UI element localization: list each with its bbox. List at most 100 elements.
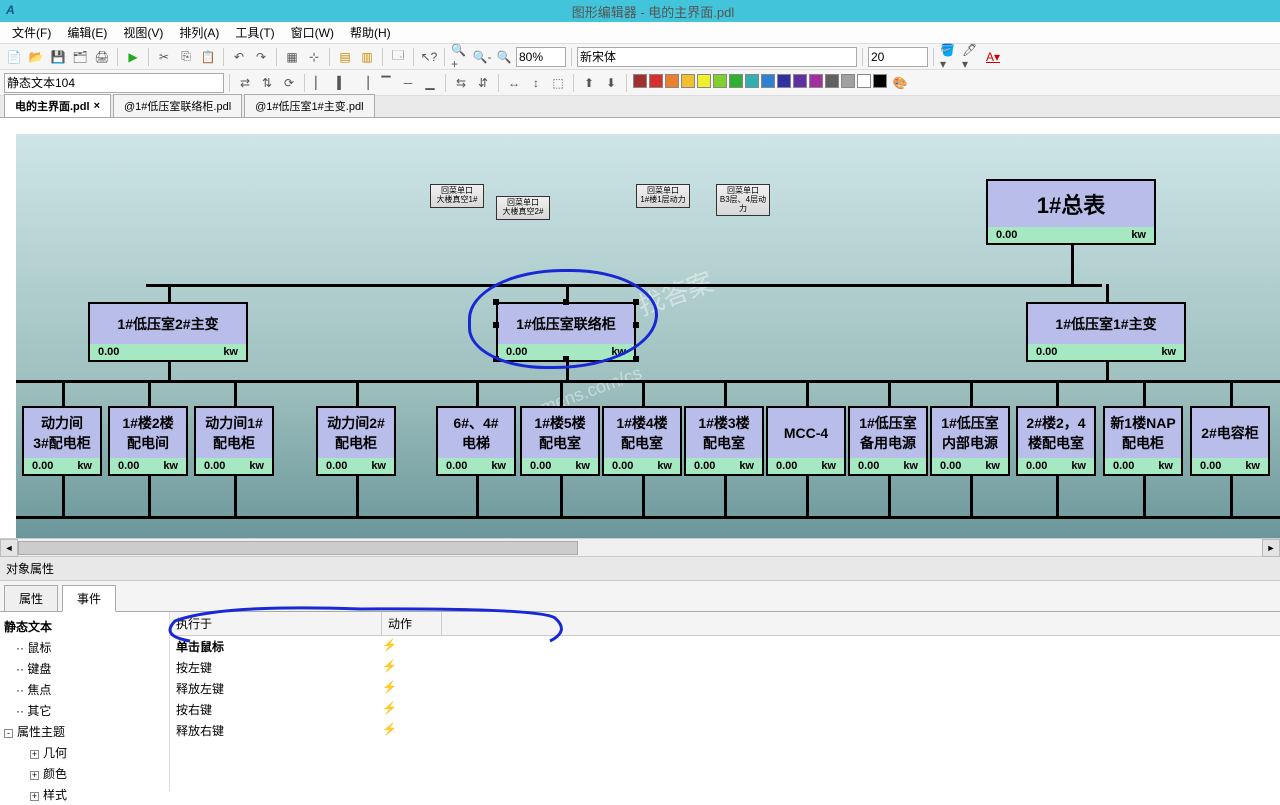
diagram-node[interactable]: 1#楼2楼 配电间0.00kw <box>108 406 188 476</box>
more-colors-icon[interactable]: 🎨 <box>890 73 910 93</box>
lightning-icon[interactable]: ⚡ <box>382 659 397 676</box>
layers2-icon[interactable]: ▥ <box>357 47 377 67</box>
diagram-node[interactable]: 1#低压室 备用电源0.00kw <box>848 406 928 476</box>
mirror-h-icon[interactable]: ⇄ <box>235 73 255 93</box>
same-width-icon[interactable]: ↔ <box>504 73 524 93</box>
undo-icon[interactable]: ↶ <box>229 47 249 67</box>
tree-theme-node[interactable]: -属性主题 <box>2 721 167 742</box>
diagram-node[interactable]: 1#低压室联络柜0.00kw <box>496 302 636 362</box>
zoom-in-icon[interactable]: 🔍+ <box>450 47 470 67</box>
diagram-node[interactable]: 1#楼3楼 配电室0.00kw <box>684 406 764 476</box>
color-swatch[interactable] <box>729 74 743 88</box>
color-swatch[interactable] <box>745 74 759 88</box>
menu-item[interactable]: 窗口(W) <box>283 22 342 43</box>
diagram-node[interactable]: 1#楼4楼 配电室0.00kw <box>602 406 682 476</box>
event-row[interactable]: 释放左键⚡ <box>170 678 1280 699</box>
selection-handle[interactable] <box>493 356 499 362</box>
rotate-icon[interactable]: ⟳ <box>279 73 299 93</box>
small-diagram-node[interactable]: 回菜单口大楼真空2# <box>496 196 550 220</box>
selection-handle[interactable] <box>493 299 499 305</box>
color-swatch[interactable] <box>809 74 823 88</box>
selection-handle[interactable] <box>633 299 639 305</box>
color-swatch[interactable] <box>777 74 791 88</box>
color-swatch[interactable] <box>841 74 855 88</box>
align-center-icon[interactable]: ▍ <box>332 73 352 93</box>
diagram-node[interactable]: 1#低压室1#主变0.00kw <box>1026 302 1186 362</box>
diagram-node[interactable]: 动力间1# 配电柜0.00kw <box>194 406 274 476</box>
layers-icon[interactable]: ▤ <box>335 47 355 67</box>
properties-icon[interactable]: 🗔 <box>388 47 408 67</box>
color-swatch[interactable] <box>761 74 775 88</box>
align-left-icon[interactable]: ▏ <box>310 73 330 93</box>
snap-icon[interactable]: ⊹ <box>304 47 324 67</box>
color-swatch[interactable] <box>681 74 695 88</box>
event-row[interactable]: 释放右键⚡ <box>170 720 1280 741</box>
color-swatch[interactable] <box>649 74 663 88</box>
lightning-icon[interactable]: ⚡ <box>382 701 397 718</box>
tree-root[interactable]: 静态文本 <box>2 616 167 637</box>
file-tab[interactable]: @1#低压室1#主变.pdl <box>244 94 374 117</box>
same-size-icon[interactable]: ⬚ <box>548 73 568 93</box>
tree-item[interactable]: +几何 <box>2 742 167 763</box>
event-row[interactable]: 单击鼠标⚡ <box>170 636 1280 657</box>
diagram-node[interactable]: 动力间2# 配电柜0.00kw <box>316 406 396 476</box>
help-cursor-icon[interactable]: ↖? <box>419 47 439 67</box>
property-tree[interactable]: 静态文本 ·· 鼠标·· 键盘·· 焦点·· 其它 -属性主题 +几何+颜色+样… <box>0 612 170 791</box>
file-tab[interactable]: 电的主界面.pdl× <box>4 94 111 117</box>
small-diagram-node[interactable]: 回菜单口1#楼1层动力 <box>636 184 690 208</box>
tree-item[interactable]: ·· 键盘 <box>2 658 167 679</box>
color-swatch[interactable] <box>825 74 839 88</box>
collapse-icon[interactable]: - <box>4 729 13 738</box>
event-row[interactable]: 按左键⚡ <box>170 657 1280 678</box>
color-swatch[interactable] <box>873 74 887 88</box>
align-top-icon[interactable]: ▔ <box>376 73 396 93</box>
lightning-icon[interactable]: ⚡ <box>382 638 397 655</box>
fill-color-icon[interactable]: 🪣▾ <box>939 47 959 67</box>
selection-handle[interactable] <box>563 299 569 305</box>
scroll-right-icon[interactable]: ► <box>1262 539 1280 557</box>
diagram-node[interactable]: 1#楼5楼 配电室0.00kw <box>520 406 600 476</box>
tab-events[interactable]: 事件 <box>62 585 116 612</box>
menu-item[interactable]: 帮助(H) <box>342 22 399 43</box>
color-swatch[interactable] <box>857 74 871 88</box>
selection-handle[interactable] <box>633 356 639 362</box>
distribute-h-icon[interactable]: ⇆ <box>451 73 471 93</box>
expand-icon[interactable]: + <box>30 792 39 801</box>
small-diagram-node[interactable]: 回菜单口B3层、4层动力 <box>716 184 770 216</box>
expand-icon[interactable]: + <box>30 771 39 780</box>
menu-item[interactable]: 编辑(E) <box>59 22 115 43</box>
diagram-node[interactable]: 1#低压室 内部电源0.00kw <box>930 406 1010 476</box>
redo-icon[interactable]: ↷ <box>251 47 271 67</box>
align-right-icon[interactable]: ▕ <box>354 73 374 93</box>
color-swatch[interactable] <box>793 74 807 88</box>
event-row[interactable]: 按右键⚡ <box>170 699 1280 720</box>
color-swatch[interactable] <box>713 74 727 88</box>
lightning-icon[interactable]: ⚡ <box>382 722 397 739</box>
diagram-node[interactable]: 2#电容柜0.00kw <box>1190 406 1270 476</box>
expand-icon[interactable]: + <box>30 750 39 759</box>
color-swatch[interactable] <box>665 74 679 88</box>
tree-item[interactable]: ·· 焦点 <box>2 679 167 700</box>
same-height-icon[interactable]: ↕ <box>526 73 546 93</box>
object-name-combo[interactable] <box>4 73 224 93</box>
font-size-combo[interactable] <box>868 47 928 67</box>
selection-handle[interactable] <box>493 322 499 328</box>
run-icon[interactable]: ▶ <box>123 47 143 67</box>
canvas[interactable]: 找答案 siemens.com/cs 回菜单口大楼真空1#回菜单口大楼真空2#回… <box>0 118 1280 538</box>
scroll-thumb[interactable] <box>18 541 578 555</box>
diagram-node[interactable]: MCC-40.00kw <box>766 406 846 476</box>
close-tab-icon[interactable]: × <box>94 100 100 112</box>
diagram-node[interactable]: 2#楼2，4 楼配电室0.00kw <box>1016 406 1096 476</box>
bring-front-icon[interactable]: ⬆ <box>579 73 599 93</box>
menu-item[interactable]: 视图(V) <box>115 22 171 43</box>
align-bottom-icon[interactable]: ▁ <box>420 73 440 93</box>
color-swatch[interactable] <box>633 74 647 88</box>
open-file-icon[interactable]: 📂 <box>26 47 46 67</box>
zoom-out-icon[interactable]: 🔍- <box>472 47 492 67</box>
align-middle-icon[interactable]: ─ <box>398 73 418 93</box>
menu-item[interactable]: 文件(F) <box>4 22 59 43</box>
distribute-v-icon[interactable]: ⇵ <box>473 73 493 93</box>
diagram-node[interactable]: 动力间 3#配电柜0.00kw <box>22 406 102 476</box>
line-color-icon[interactable]: 🖊▾ <box>961 47 981 67</box>
print-icon[interactable]: 🖨 <box>92 47 112 67</box>
